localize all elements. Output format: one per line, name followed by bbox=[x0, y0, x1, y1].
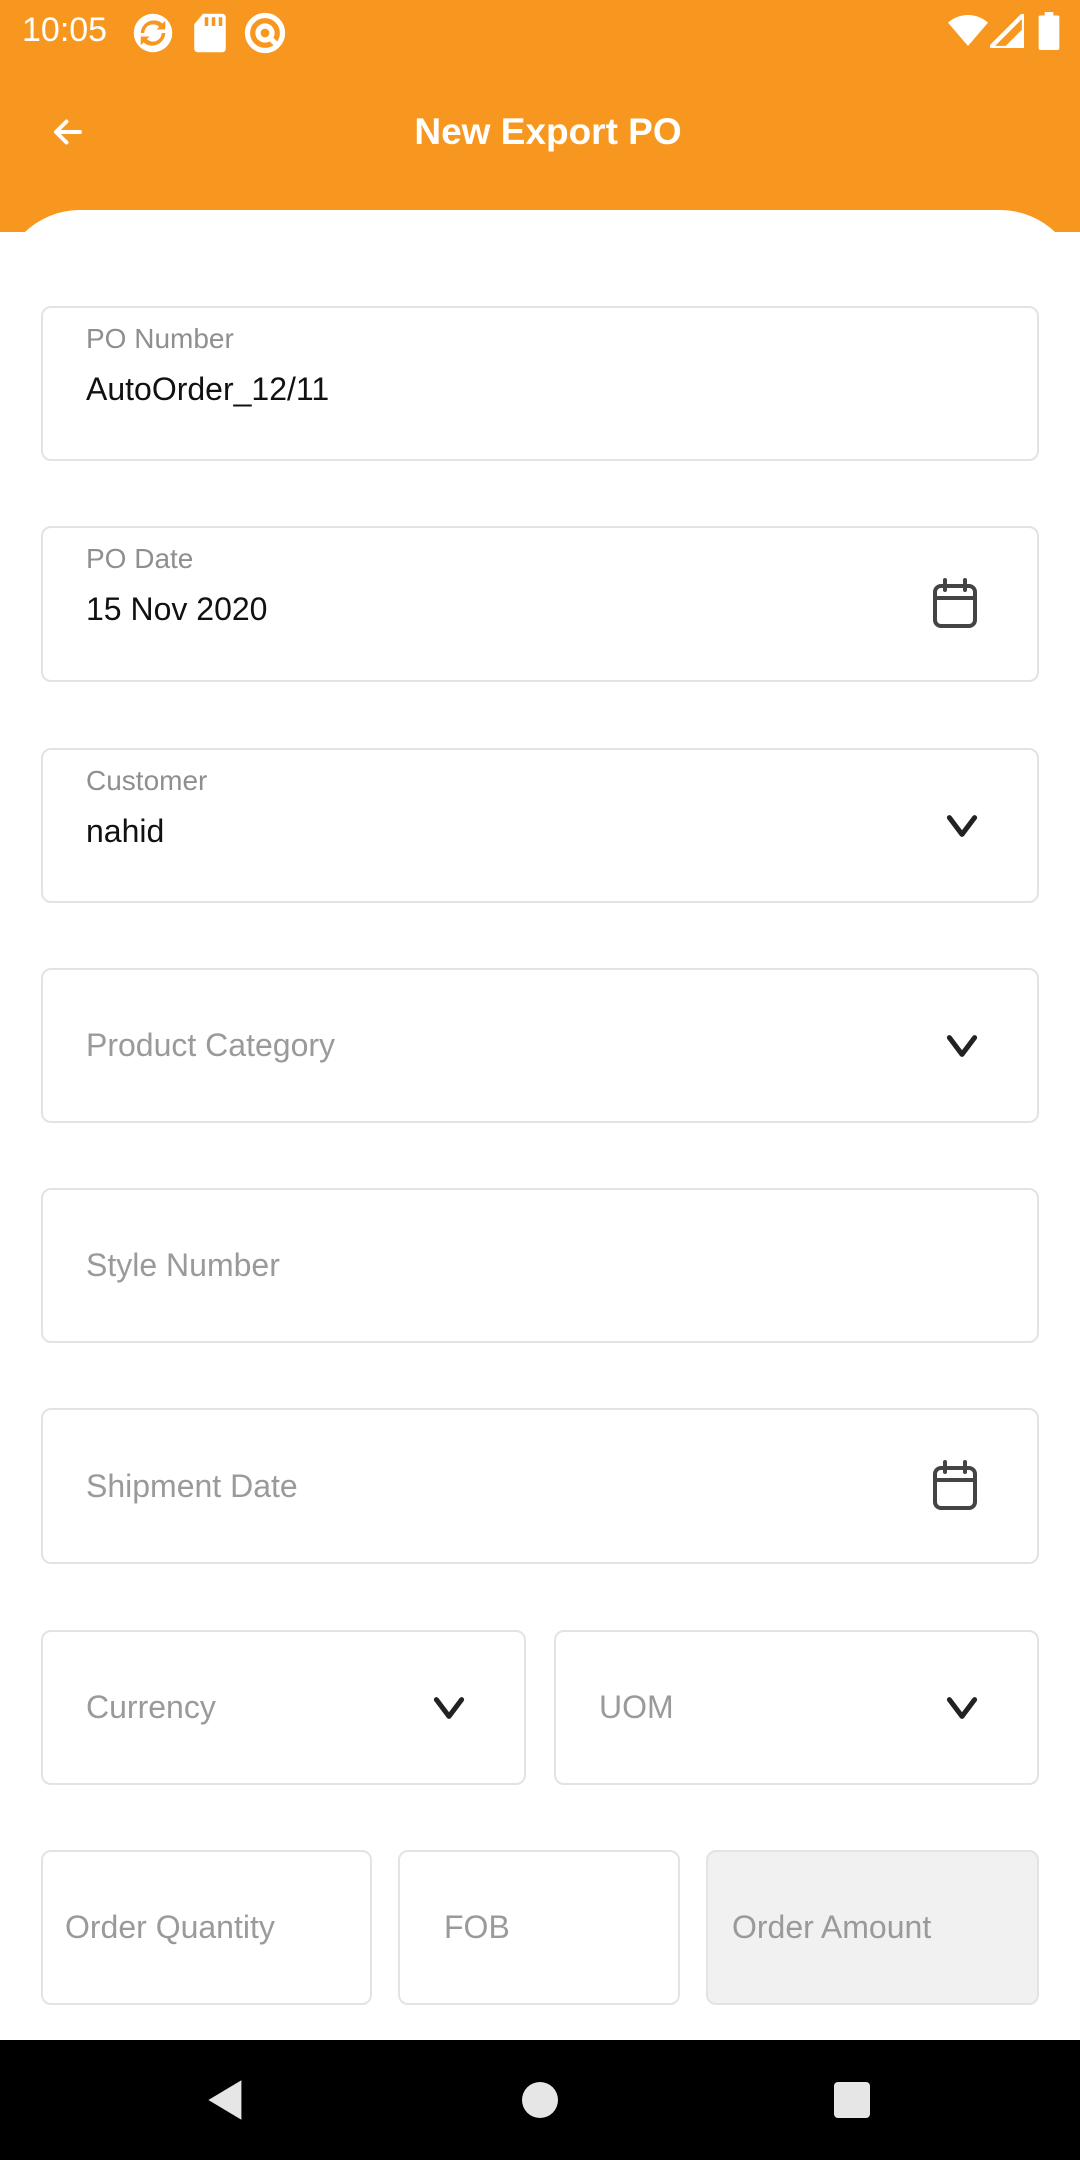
sd-card-icon bbox=[192, 12, 228, 59]
po-number-field[interactable]: PO Number AutoOrder_12/11 bbox=[41, 306, 1039, 461]
home-circle-icon bbox=[522, 2082, 558, 2118]
chevron-down-icon bbox=[945, 812, 979, 840]
status-time: 10:05 bbox=[22, 11, 108, 49]
nav-home-button[interactable] bbox=[510, 2070, 570, 2130]
product-category-placeholder: Product Category bbox=[86, 1027, 336, 1063]
po-date-field[interactable]: PO Date 15 Nov 2020 bbox=[41, 526, 1039, 682]
style-number-input[interactable]: Style Number bbox=[41, 1188, 1039, 1343]
page-title: New Export PO bbox=[414, 111, 682, 152]
fob-input[interactable]: FOB bbox=[398, 1850, 680, 2005]
back-triangle-icon bbox=[208, 2080, 242, 2120]
po-date-value: 15 Nov 2020 bbox=[86, 591, 268, 627]
app-bar: New Export PO bbox=[0, 64, 1080, 204]
sync-icon bbox=[132, 12, 174, 59]
chevron-down-icon bbox=[432, 1694, 466, 1722]
chevron-down-icon bbox=[945, 1694, 979, 1722]
po-number-label: PO Number bbox=[86, 323, 234, 354]
at-sign-icon bbox=[244, 12, 286, 59]
calendar-icon[interactable] bbox=[931, 578, 979, 630]
app-header: 10:05 New Export PO bbox=[0, 0, 1080, 232]
product-category-dropdown[interactable]: Product Category bbox=[41, 968, 1039, 1123]
nav-recents-button[interactable] bbox=[822, 2070, 882, 2130]
battery-icon bbox=[1038, 12, 1060, 55]
calendar-icon[interactable] bbox=[931, 1460, 979, 1512]
navigation-bar bbox=[0, 2040, 1080, 2160]
style-number-placeholder: Style Number bbox=[86, 1247, 280, 1283]
fob-placeholder: FOB bbox=[444, 1909, 510, 1945]
order-amount-field: Order Amount bbox=[706, 1850, 1039, 2005]
shipment-date-field[interactable]: Shipment Date bbox=[41, 1408, 1039, 1564]
order-quantity-placeholder: Order Quantity bbox=[65, 1909, 275, 1945]
po-date-label: PO Date bbox=[86, 543, 194, 574]
customer-label: Customer bbox=[86, 765, 208, 796]
chevron-down-icon bbox=[945, 1032, 979, 1060]
signal-icon bbox=[984, 8, 1027, 53]
po-number-value: AutoOrder_12/11 bbox=[86, 371, 330, 407]
currency-dropdown[interactable]: Currency bbox=[41, 1630, 526, 1785]
currency-placeholder: Currency bbox=[86, 1689, 216, 1725]
status-bar: 10:05 bbox=[0, 0, 1080, 64]
order-quantity-input[interactable]: Order Quantity bbox=[41, 1850, 372, 2005]
shipment-date-placeholder: Shipment Date bbox=[86, 1467, 298, 1504]
customer-value: nahid bbox=[86, 813, 165, 849]
wifi-icon bbox=[948, 14, 988, 53]
recents-square-icon bbox=[834, 2082, 870, 2118]
customer-dropdown[interactable]: Customer nahid bbox=[41, 748, 1039, 903]
order-amount-placeholder: Order Amount bbox=[732, 1909, 932, 1945]
uom-placeholder: UOM bbox=[599, 1689, 674, 1725]
uom-dropdown[interactable]: UOM bbox=[554, 1630, 1039, 1785]
nav-back-button[interactable] bbox=[196, 2070, 256, 2130]
